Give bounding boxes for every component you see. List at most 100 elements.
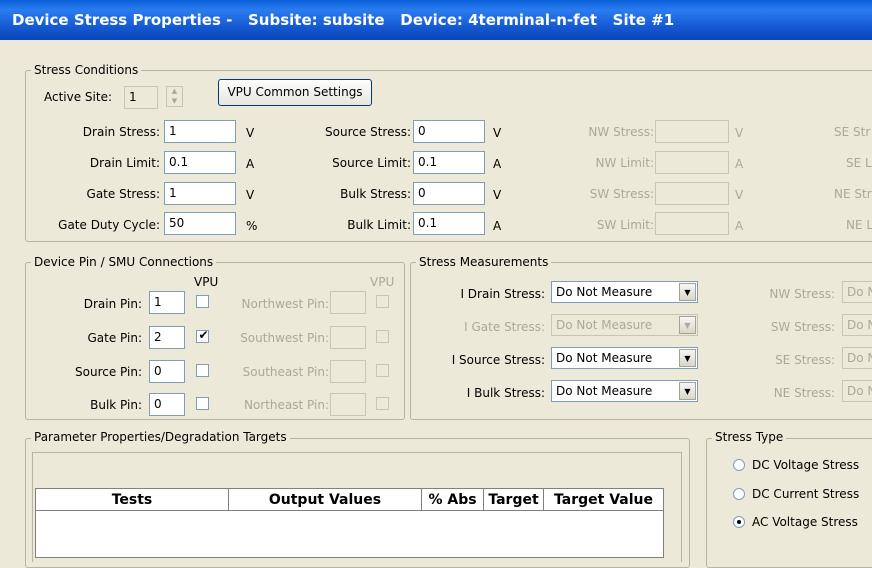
i-drain-stress-label: I Drain Stress: <box>460 287 545 301</box>
bulk-stress-field[interactable]: 0 <box>413 182 485 205</box>
i-drain-stress-value: Do Not Measure <box>556 285 653 299</box>
nw-measure-value: Do N <box>847 285 872 299</box>
drain-limit-field[interactable]: 0.1 <box>164 151 236 174</box>
nw-stress-label: NW Stress: <box>588 125 654 139</box>
i-source-stress-value: Do Not Measure <box>556 351 653 365</box>
bulk-limit-label: Bulk Limit: <box>347 218 411 232</box>
i-drain-stress-select[interactable]: Do Not Measure ▼ <box>551 281 698 303</box>
sw-measure-select: Do N <box>842 314 872 336</box>
column-header-tests[interactable]: Tests <box>35 488 229 511</box>
drain-pin-field[interactable]: 1 <box>149 291 185 314</box>
northeast-pin-label: Northeast Pin: <box>243 398 329 412</box>
northwest-vpu-checkbox <box>376 295 389 308</box>
sw-stress-field <box>655 182 729 205</box>
active-site-label: Active Site: <box>44 90 113 104</box>
northeast-vpu-checkbox <box>376 397 389 410</box>
sw-stress-label: SW Stress: <box>589 187 654 201</box>
dropdown-arrow-icon[interactable]: ▼ <box>679 349 696 367</box>
i-bulk-stress-value: Do Not Measure <box>556 384 653 398</box>
ac-voltage-label[interactable]: AC Voltage Stress <box>752 515 858 529</box>
nw-limit-unit: A <box>735 157 744 171</box>
window-title: Device Stress Properties - Subsite: subs… <box>12 11 675 29</box>
ne-measure-select: Do N <box>842 380 872 402</box>
bulk-vpu-checkbox[interactable] <box>196 397 209 410</box>
i-bulk-stress-label: I Bulk Stress: <box>466 386 545 400</box>
drain-vpu-checkbox[interactable] <box>196 295 209 308</box>
source-vpu-checkbox[interactable] <box>196 364 209 377</box>
spin-up-icon: ▲ <box>171 87 178 95</box>
gate-stress-field[interactable]: 1 <box>164 182 236 205</box>
i-source-stress-select[interactable]: Do Not Measure ▼ <box>551 347 698 369</box>
active-site-spinner: ▲ ▼ <box>166 86 183 107</box>
se-measure-value: Do N <box>847 351 872 365</box>
sw-measure-value: Do N <box>847 318 872 332</box>
bulk-pin-label: Bulk Pin: <box>90 398 142 412</box>
southwest-pin-field <box>330 326 366 349</box>
vpu-common-settings-button[interactable]: VPU Common Settings <box>218 79 372 106</box>
gate-stress-label: Gate Stress: <box>86 187 160 201</box>
pin-connections-legend: Device Pin / SMU Connections <box>31 255 217 269</box>
nw-measure-select: Do N <box>842 281 872 303</box>
source-pin-field[interactable]: 0 <box>149 360 185 383</box>
i-source-stress-label: I Source Stress: <box>451 353 545 367</box>
dc-current-radio[interactable] <box>733 488 745 500</box>
dc-voltage-label[interactable]: DC Voltage Stress <box>752 458 859 472</box>
stress-conditions-legend: Stress Conditions <box>31 63 142 77</box>
gate-duty-cycle-label: Gate Duty Cycle: <box>58 218 160 232</box>
source-limit-unit: A <box>493 157 502 171</box>
dropdown-arrow-icon: ▼ <box>679 316 696 334</box>
source-limit-field[interactable]: 0.1 <box>413 151 485 174</box>
spin-down-icon: ▼ <box>171 96 178 105</box>
bulk-stress-unit: V <box>493 188 502 202</box>
bulk-limit-field[interactable]: 0.1 <box>413 212 485 235</box>
stress-measurements-legend: Stress Measurements <box>416 255 552 269</box>
column-header-abs[interactable]: % Abs <box>421 488 484 511</box>
nw-limit-field <box>655 151 729 174</box>
dc-current-label[interactable]: DC Current Stress <box>752 487 859 501</box>
bulk-limit-unit: A <box>493 219 502 233</box>
radio-selected-dot-icon <box>737 520 741 524</box>
ne-stress-label: NE Str <box>834 187 872 201</box>
se-measure-label: SE Stress: <box>775 353 835 367</box>
vpu-header-2: VPU <box>370 275 395 289</box>
i-gate-stress-label: I Gate Stress: <box>464 320 545 334</box>
nw-stress-unit: V <box>735 126 744 140</box>
ne-limit-label: NE L <box>846 218 872 232</box>
source-limit-label: Source Limit: <box>332 156 411 170</box>
i-bulk-stress-select[interactable]: Do Not Measure ▼ <box>551 380 698 402</box>
southeast-pin-label: Southeast Pin: <box>242 365 329 379</box>
column-header-target-value[interactable]: Target Value <box>543 488 664 511</box>
gate-pin-field[interactable]: 2 <box>149 326 185 349</box>
ac-voltage-radio[interactable] <box>733 516 745 528</box>
i-gate-stress-select: Do Not Measure ▼ <box>551 314 698 336</box>
drain-stress-field[interactable]: 1 <box>164 120 236 143</box>
dropdown-arrow-icon[interactable]: ▼ <box>679 382 696 400</box>
southwest-pin-label: Southwest Pin: <box>240 331 329 345</box>
drain-limit-label: Drain Limit: <box>89 156 160 170</box>
vpu-header: VPU <box>194 275 219 289</box>
active-site-field: 1 <box>124 86 158 109</box>
nw-stress-field <box>655 120 729 143</box>
source-stress-unit: V <box>493 126 502 140</box>
se-measure-select: Do N <box>842 347 872 369</box>
source-stress-label: Source Stress: <box>325 125 411 139</box>
sw-measure-label: SW Stress: <box>770 320 835 334</box>
column-header-output-values[interactable]: Output Values <box>228 488 422 511</box>
stress-type-legend: Stress Type <box>712 430 787 444</box>
dc-voltage-radio[interactable] <box>733 459 745 471</box>
se-stress-label: SE Str <box>834 125 871 139</box>
sw-limit-unit: A <box>735 219 744 233</box>
window-title-bar[interactable]: Device Stress Properties - Subsite: subs… <box>0 0 872 40</box>
gate-vpu-checkbox[interactable]: ✔ <box>196 328 209 343</box>
ne-measure-label: NE Stress: <box>773 386 835 400</box>
tests-table: Tests Output Values % Abs Target Target … <box>35 488 664 511</box>
gate-duty-cycle-field[interactable]: 50 <box>164 212 236 235</box>
source-stress-field[interactable]: 0 <box>413 120 485 143</box>
bulk-pin-field[interactable]: 0 <box>149 393 185 416</box>
check-mark-icon: ✔ <box>198 328 209 342</box>
southeast-vpu-checkbox <box>376 364 389 377</box>
column-header-target[interactable]: Target <box>483 488 544 511</box>
tests-table-header-row: Tests Output Values % Abs Target Target … <box>35 488 664 511</box>
dropdown-arrow-icon[interactable]: ▼ <box>679 283 696 301</box>
drain-stress-unit: V <box>246 126 255 140</box>
